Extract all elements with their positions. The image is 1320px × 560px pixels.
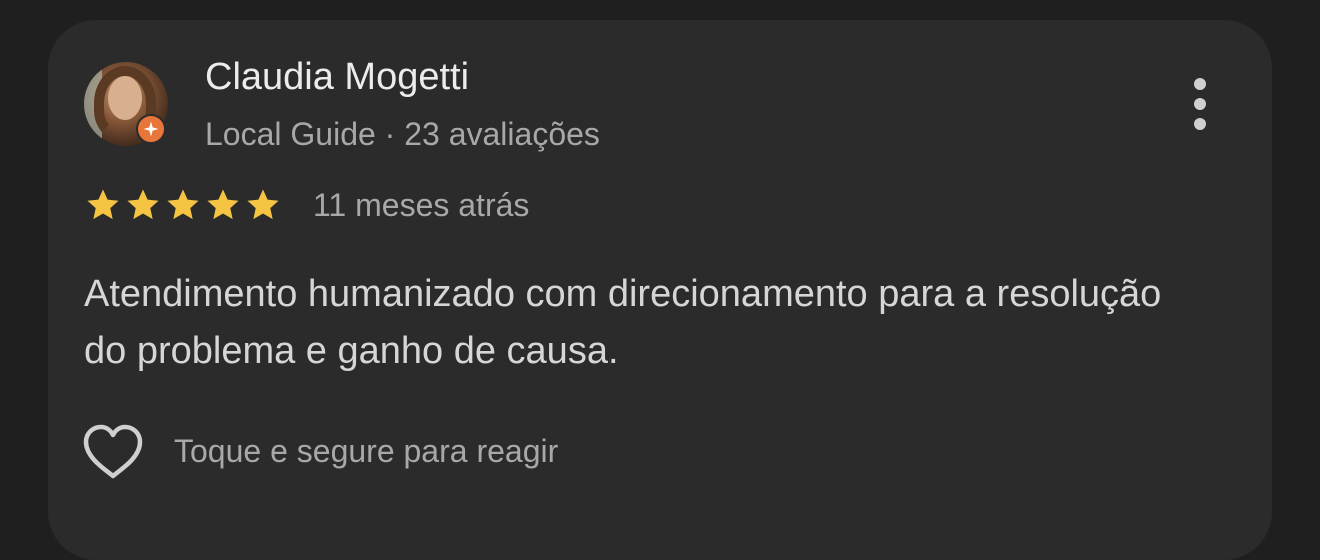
star-icon [87, 189, 119, 220]
reaction-hint: Toque e segure para reagir [174, 433, 559, 469]
star-icon [247, 189, 279, 220]
local-guide-badge-icon [136, 114, 166, 144]
more-vertical-icon [1194, 78, 1206, 90]
more-vertical-icon-dot [1194, 98, 1206, 110]
star-icon [207, 189, 239, 220]
star-icon [127, 189, 159, 220]
review-text: Atendimento humanizado com direcionament… [84, 273, 1162, 372]
star-icon [167, 189, 199, 220]
more-vertical-icon-dot [1194, 118, 1206, 130]
avatar-face [108, 76, 142, 120]
review-time: 11 meses atrás [313, 187, 530, 223]
star-rating [84, 186, 282, 224]
author-name[interactable]: Claudia Mogetti [205, 54, 469, 100]
sparkle-icon [143, 121, 159, 137]
heart-outline-icon[interactable] [82, 424, 144, 480]
author-subtitle: Local Guide · 23 avaliações [205, 116, 600, 152]
more-options-button[interactable] [1180, 74, 1220, 134]
